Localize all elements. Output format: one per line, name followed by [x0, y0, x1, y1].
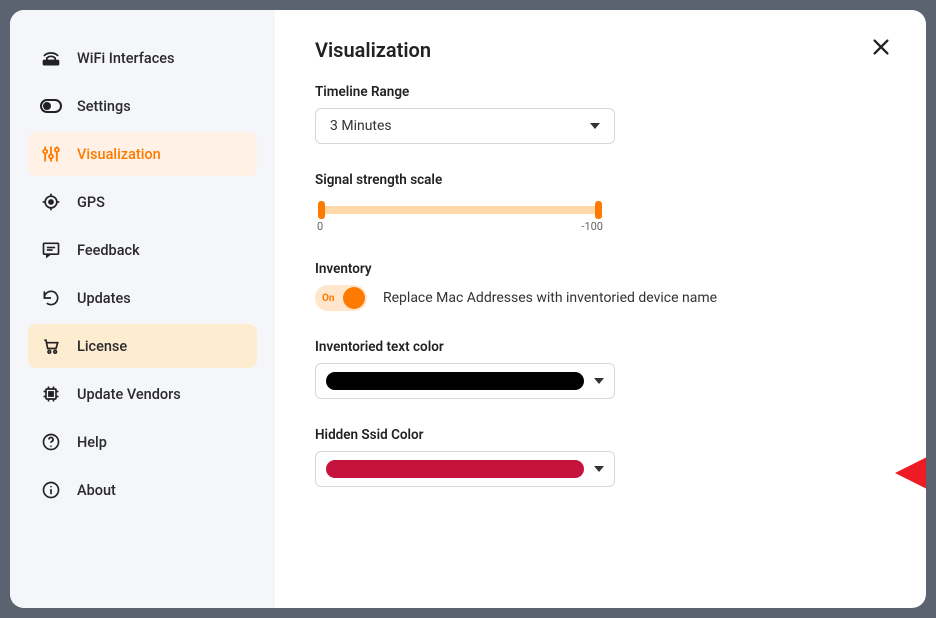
- timeline-range-group: Timeline Range 3 Minutes: [315, 84, 886, 144]
- sidebar-item-about[interactable]: About: [28, 468, 257, 512]
- signal-strength-label: Signal strength scale: [315, 172, 886, 188]
- chevron-down-icon: [590, 123, 600, 129]
- inventory-label: Inventory: [315, 261, 886, 277]
- sidebar: WiFi Interfaces Settings Visualization: [10, 10, 275, 608]
- inventory-group: Inventory On Replace Mac Addresses with …: [315, 261, 886, 311]
- chevron-down-icon: [594, 378, 604, 384]
- sidebar-item-visualization[interactable]: Visualization: [28, 132, 257, 176]
- sidebar-item-help[interactable]: Help: [28, 420, 257, 464]
- sidebar-item-updates[interactable]: Updates: [28, 276, 257, 320]
- sidebar-item-label: WiFi Interfaces: [77, 50, 175, 67]
- sidebar-item-label: Visualization: [77, 146, 161, 163]
- sidebar-item-label: Updates: [77, 290, 131, 307]
- chat-icon: [40, 239, 62, 261]
- slider-handle-min[interactable]: [318, 201, 325, 219]
- info-icon: [40, 479, 62, 501]
- sidebar-item-label: Feedback: [77, 242, 140, 259]
- inventoried-text-color-label: Inventoried text color: [315, 339, 886, 355]
- chip-icon: [40, 383, 62, 405]
- toggle-icon: [40, 95, 62, 117]
- crosshair-icon: [40, 191, 62, 213]
- page-title: Visualization: [315, 38, 886, 62]
- content-panel: Visualization Timeline Range 3 Minutes S…: [275, 10, 926, 608]
- slider-handle-max[interactable]: [595, 201, 602, 219]
- inventoried-text-color-group: Inventoried text color: [315, 339, 886, 399]
- cart-icon: [40, 335, 62, 357]
- chevron-down-icon: [594, 466, 604, 472]
- slider-min-label: 0: [317, 220, 323, 233]
- inventoried-text-color-select[interactable]: [315, 363, 615, 399]
- sidebar-item-label: Settings: [77, 98, 131, 115]
- settings-window: WiFi Interfaces Settings Visualization: [10, 10, 926, 608]
- hidden-ssid-color-select[interactable]: [315, 451, 615, 487]
- sidebar-item-update-vendors[interactable]: Update Vendors: [28, 372, 257, 416]
- sidebar-item-label: Help: [77, 434, 107, 451]
- hidden-ssid-color-label: Hidden Ssid Color: [315, 427, 886, 443]
- timeline-range-value: 3 Minutes: [330, 118, 392, 134]
- callout-arrow: [895, 448, 926, 498]
- sidebar-item-label: GPS: [77, 194, 105, 211]
- signal-strength-slider[interactable]: 0 -100: [315, 196, 605, 233]
- timeline-range-label: Timeline Range: [315, 84, 886, 100]
- slider-track: [321, 206, 599, 214]
- help-icon: [40, 431, 62, 453]
- sidebar-item-label: About: [77, 482, 116, 499]
- slider-max-label: -100: [581, 220, 603, 233]
- sidebar-item-gps[interactable]: GPS: [28, 180, 257, 224]
- sidebar-item-feedback[interactable]: Feedback: [28, 228, 257, 272]
- sidebar-item-settings[interactable]: Settings: [28, 84, 257, 128]
- signal-strength-group: Signal strength scale 0 -100: [315, 172, 886, 233]
- inventory-toggle[interactable]: On: [315, 285, 367, 311]
- refresh-icon: [40, 287, 62, 309]
- router-icon: [40, 47, 62, 69]
- sidebar-item-label: License: [77, 338, 127, 355]
- timeline-range-select[interactable]: 3 Minutes: [315, 108, 615, 144]
- inventoried-color-swatch: [326, 372, 584, 390]
- hidden-ssid-color-swatch: [326, 460, 584, 478]
- toggle-knob: [343, 287, 365, 309]
- sidebar-item-wifi-interfaces[interactable]: WiFi Interfaces: [28, 36, 257, 80]
- sidebar-item-label: Update Vendors: [77, 386, 181, 403]
- hidden-ssid-color-group: Hidden Ssid Color: [315, 427, 886, 487]
- toggle-on-label: On: [322, 293, 335, 304]
- close-button[interactable]: [870, 36, 896, 62]
- sliders-icon: [40, 143, 62, 165]
- sidebar-item-license[interactable]: License: [28, 324, 257, 368]
- inventory-description: Replace Mac Addresses with inventoried d…: [383, 290, 717, 306]
